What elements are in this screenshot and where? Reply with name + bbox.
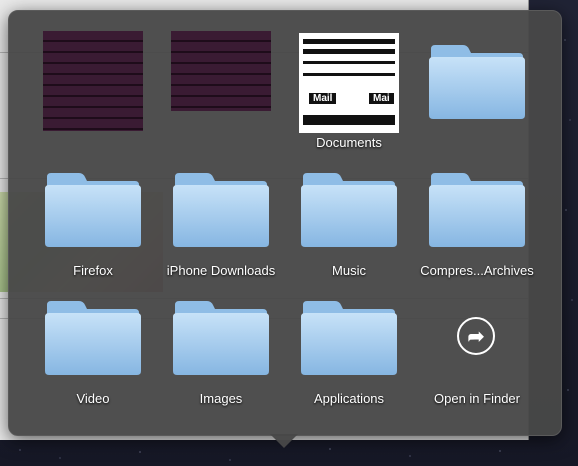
stack-item-firefox[interactable]: Firefox: [29, 159, 157, 278]
stack-item-video[interactable]: Video: [29, 287, 157, 406]
folder-icon: [429, 173, 525, 247]
stack-item-images[interactable]: Images: [157, 287, 285, 406]
stack-popup: Mail Mai Documents Firefox iPhone Downlo…: [8, 10, 562, 436]
folder-icon: [173, 173, 269, 247]
item-label: Music: [332, 263, 366, 278]
open-arrow-icon: ➦: [457, 317, 495, 355]
dark-preview-icon: [43, 31, 143, 131]
item-label: Open in Finder: [434, 391, 520, 406]
folder-icon: [429, 45, 525, 119]
stack-item-documents[interactable]: Mail Mai Documents: [285, 21, 413, 150]
stack-item-folder[interactable]: [413, 31, 541, 135]
dark-preview-icon: [171, 31, 271, 111]
document-preview-icon: Mail Mai: [299, 33, 399, 133]
stack-item-compressed-archives[interactable]: Compres...Archives: [413, 159, 541, 278]
folder-icon: [173, 301, 269, 375]
stack-item-music[interactable]: Music: [285, 159, 413, 278]
stack-item-applications[interactable]: Applications: [285, 287, 413, 406]
item-label: Applications: [313, 391, 385, 406]
folder-icon: [301, 301, 397, 375]
stack-item-preview-1[interactable]: [29, 21, 157, 131]
open-in-finder-button[interactable]: ➦ Open in Finder: [413, 287, 541, 406]
preview-mail-text: Mai: [369, 93, 394, 104]
preview-mail-text: Mail: [309, 93, 337, 104]
folder-icon: [301, 173, 397, 247]
item-label: iPhone Downloads: [166, 263, 276, 278]
stack-pointer: [270, 434, 298, 448]
item-label: Documents: [316, 135, 382, 150]
item-label: Compres...Archives: [420, 263, 534, 278]
item-label: Video: [76, 391, 110, 406]
stack-item-iphone-downloads[interactable]: iPhone Downloads: [157, 159, 285, 278]
item-label: Images: [199, 391, 243, 406]
item-label: Firefox: [73, 263, 113, 278]
folder-icon: [45, 173, 141, 247]
stack-item-preview-2[interactable]: [157, 21, 285, 125]
folder-icon: [45, 301, 141, 375]
